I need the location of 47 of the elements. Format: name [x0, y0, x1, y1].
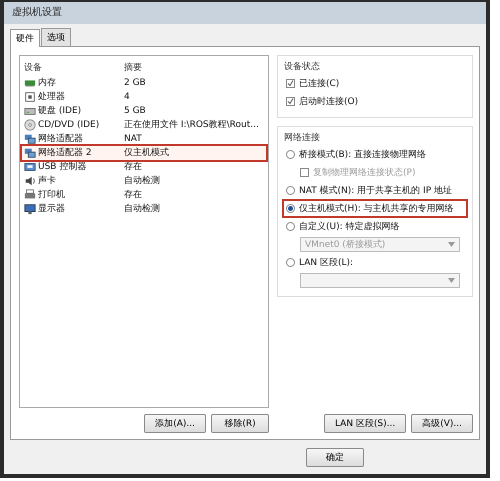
radio-button[interactable]	[286, 150, 295, 159]
list-button[interactable]: 移除(R)	[211, 414, 269, 433]
checkbox-label: 启动时连接(O)	[299, 96, 358, 108]
ok-button[interactable]: 确定	[306, 448, 364, 466]
usb-icon	[24, 161, 36, 173]
device-row[interactable]: 处理器 4	[22, 90, 266, 104]
device-row[interactable]: 声卡 自动检测	[22, 174, 266, 188]
radio-button[interactable]	[286, 204, 295, 213]
network-icon	[24, 133, 36, 145]
sound-icon	[24, 175, 36, 187]
device-row[interactable]: 网络适配器 2 仅主机模式	[22, 146, 266, 160]
column-header: 设备	[24, 62, 43, 74]
device-row[interactable]: USB 控制器 存在	[22, 160, 266, 174]
cpu-icon	[24, 91, 36, 103]
caret-icon	[448, 278, 455, 283]
column-header: 摘要	[124, 62, 143, 74]
device-row[interactable]: 显示器 自动检测	[22, 202, 266, 216]
checkbox-label: 复制物理网络连接状态(P)	[313, 166, 416, 179]
panel-button[interactable]: LAN 区段(S)...	[324, 414, 406, 433]
panel-button[interactable]: 高级(V)...	[411, 414, 473, 433]
tab[interactable]: 选项	[41, 28, 71, 46]
radio-label: 桥接模式(B): 直接连接物理网络	[299, 148, 426, 161]
checkbox-label: 已连接(C)	[299, 78, 340, 90]
device-row[interactable]: 硬盘 (IDE) 5 GB	[22, 104, 266, 118]
checkbox[interactable]	[286, 97, 295, 106]
device-row[interactable]: 内存 2 GB	[22, 76, 266, 90]
cd-icon	[24, 119, 36, 131]
radio-button[interactable]	[286, 258, 295, 267]
window-title: 虚拟机设置	[4, 2, 486, 24]
group-title: 设备状态	[284, 60, 321, 73]
device-row[interactable]: 打印机 存在	[22, 188, 266, 202]
network-icon	[24, 147, 36, 159]
list-button[interactable]: 添加(A)...	[144, 414, 206, 433]
device-row[interactable]: CD/DVD (IDE) 正在使用文件 I:\ROS教程\Rout...	[22, 118, 266, 132]
radio-button[interactable]	[286, 222, 295, 231]
radio-label: 自定义(U): 特定虚拟网络	[299, 220, 400, 233]
caret-icon	[448, 242, 455, 247]
radio-button[interactable]	[286, 186, 295, 195]
radio-label: LAN 区段(L):	[299, 256, 354, 269]
checkbox[interactable]	[286, 79, 295, 88]
group-title: 网络连接	[284, 132, 321, 144]
printer-icon	[24, 189, 36, 201]
monitor-icon	[24, 203, 36, 215]
device-row[interactable]: 网络适配器 NAT	[22, 132, 266, 146]
radio-label: 仅主机模式(H): 与主机共享的专用网络	[299, 202, 454, 215]
radio-label: NAT 模式(N): 用于共享主机的 IP 地址	[299, 184, 452, 197]
tab[interactable]: 硬件	[10, 29, 40, 47]
